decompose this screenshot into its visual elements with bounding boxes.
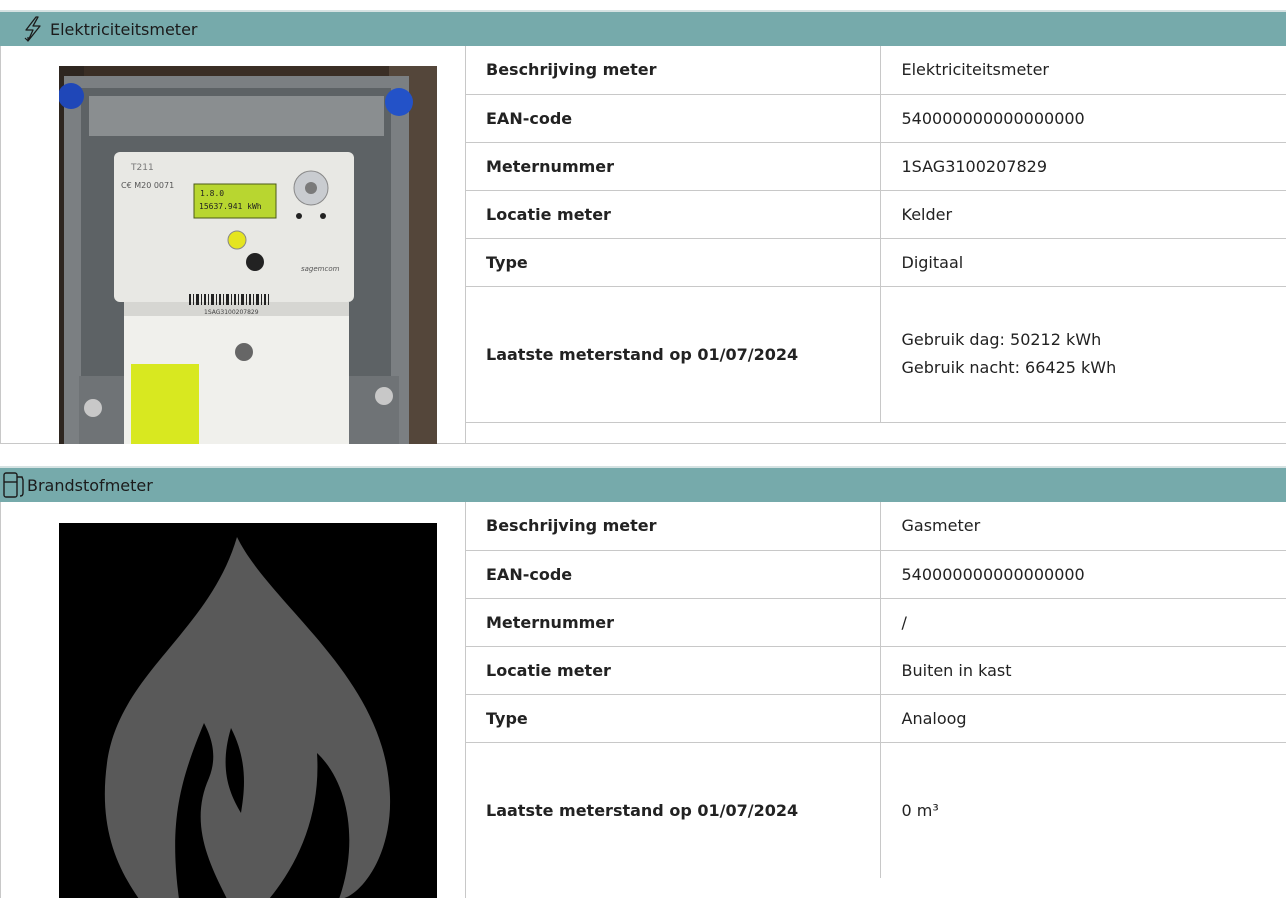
reading-day: Gebruik dag: 50212 kWh — [901, 330, 1102, 349]
reading-value: Gebruik dag: 50212 kWh Gebruik nacht: 66… — [880, 286, 1286, 423]
table-row: EAN-code 540000000000000000 — [466, 550, 1286, 599]
row-value: 540000000000000000 — [880, 550, 1286, 599]
flame-image — [59, 523, 437, 898]
row-label: Type — [466, 694, 881, 743]
row-value: Buiten in kast — [880, 646, 1286, 695]
lcd-value-text: 15637.941 kWh — [199, 202, 262, 211]
meter-mark-text: C€ M20 0071 — [121, 181, 174, 190]
table-row: Locatie meter Buiten in kast — [466, 646, 1286, 695]
electricity-image-cell: 1.8.0 15637.941 kWh T211 C€ M20 0071 sag… — [1, 46, 466, 444]
fuel-info-table: Beschrijving meter Gasmeter EAN-code 540… — [466, 502, 1286, 878]
table-row: Type Digitaal — [466, 238, 1286, 287]
table-row: EAN-code 540000000000000000 — [466, 94, 1286, 143]
row-value: Digitaal — [880, 238, 1286, 287]
table-row: Type Analoog — [466, 694, 1286, 743]
fuel-pump-icon — [1, 470, 27, 500]
row-value: Analoog — [880, 694, 1286, 743]
row-label: Type — [466, 238, 881, 287]
row-label: EAN-code — [466, 550, 881, 599]
section-title: Elektriciteitsmeter — [50, 19, 198, 39]
row-label: Locatie meter — [466, 190, 881, 239]
row-label: EAN-code — [466, 94, 881, 143]
fuel-section: Brandstofmeter Beschrijving meter Gasmet… — [0, 466, 1286, 898]
fuel-body: Beschrijving meter Gasmeter EAN-code 540… — [0, 502, 1286, 898]
meter-serial-text: 1SAG3100207829 — [204, 309, 259, 316]
lcd-top-text: 1.8.0 — [200, 189, 224, 198]
row-value: Elektriciteitsmeter — [880, 46, 1286, 95]
electricity-header: Elektriciteitsmeter — [0, 10, 1286, 46]
row-value: 1SAG3100207829 — [880, 142, 1286, 191]
reading-row: Laatste meterstand op 01/07/2024 0 m³ — [466, 742, 1286, 878]
electricity-meter-photo: 1.8.0 15637.941 kWh T211 C€ M20 0071 sag… — [59, 66, 437, 444]
table-row: Beschrijving meter Gasmeter — [466, 502, 1286, 551]
fuel-image-cell — [1, 502, 466, 898]
reading-night: Gebruik nacht: 66425 kWh — [901, 358, 1117, 377]
meter-brand-text: T211 — [130, 163, 154, 173]
row-label: Meternummer — [466, 142, 881, 191]
table-row: Meternummer 1SAG3100207829 — [466, 142, 1286, 191]
meter-logo-text: sagemcom — [301, 265, 340, 273]
table-row: Meternummer / — [466, 598, 1286, 647]
electricity-body: 1.8.0 15637.941 kWh T211 C€ M20 0071 sag… — [0, 46, 1286, 444]
row-value: / — [880, 598, 1286, 647]
row-value: 540000000000000000 — [880, 94, 1286, 143]
reading-label: Laatste meterstand op 01/07/2024 — [466, 742, 881, 878]
table-row: Locatie meter Kelder — [466, 190, 1286, 239]
reading-value: 0 m³ — [901, 800, 939, 820]
lightning-icon — [20, 14, 46, 44]
row-label: Beschrijving meter — [466, 502, 881, 551]
row-label: Locatie meter — [466, 646, 881, 695]
row-value: Kelder — [880, 190, 1286, 239]
reading-label: Laatste meterstand op 01/07/2024 — [466, 286, 881, 423]
row-value: Gasmeter — [880, 502, 1286, 551]
row-label: Meternummer — [466, 598, 881, 647]
fuel-header: Brandstofmeter — [0, 466, 1286, 502]
section-title: Brandstofmeter — [27, 475, 153, 495]
electricity-section: Elektriciteitsmeter 1.8.0 15637.941 kWh … — [0, 10, 1286, 444]
table-row: Beschrijving meter Elektriciteitsmeter — [466, 46, 1286, 95]
electricity-info-table: Beschrijving meter Elektriciteitsmeter E… — [466, 46, 1286, 423]
row-label: Beschrijving meter — [466, 46, 881, 95]
reading-row: Laatste meterstand op 01/07/2024 Gebruik… — [466, 286, 1286, 423]
